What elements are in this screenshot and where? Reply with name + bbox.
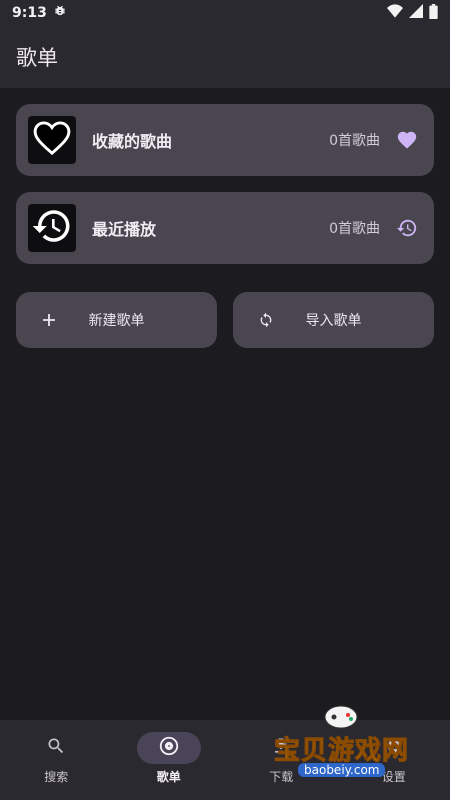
- favorites-title: 收藏的歌曲: [92, 132, 173, 151]
- signal-icon: [409, 4, 423, 22]
- battery-icon: [429, 3, 438, 23]
- nav-item-search[interactable]: 搜索: [0, 720, 113, 800]
- favorites-count: 0首歌曲: [329, 133, 380, 149]
- recent-card[interactable]: 最近播放 0首歌曲: [16, 192, 434, 264]
- nav-indicator: [249, 732, 313, 764]
- nav-indicator: [362, 732, 426, 764]
- bottom-nav: 搜索 歌单 下载 设置: [0, 720, 450, 800]
- album-icon: [158, 735, 180, 761]
- recent-title: 最近播放: [92, 220, 157, 239]
- status-right: [387, 3, 438, 23]
- new-playlist-button[interactable]: 新建歌单: [16, 292, 217, 348]
- search-icon: [46, 736, 66, 760]
- new-playlist-label: 新建歌单: [88, 313, 145, 329]
- nav-indicator: [24, 732, 88, 764]
- nav-label: 搜索: [44, 770, 69, 784]
- heart-icon[interactable]: [394, 127, 420, 153]
- nav-label: 歌单: [156, 770, 181, 784]
- recent-count: 0首歌曲: [329, 221, 380, 237]
- playlist-content: 收藏的歌曲 0首歌曲 最近播放 0首歌曲 新建歌单 导入歌单: [0, 88, 450, 720]
- app-bar: 歌单: [0, 26, 450, 88]
- heart-icon: [30, 116, 74, 164]
- nav-label: 设置: [381, 770, 406, 784]
- debug-bug-icon: [53, 4, 67, 22]
- recent-thumb: [28, 204, 76, 252]
- status-left: 9:13: [12, 4, 67, 22]
- nav-indicator: [136, 732, 201, 764]
- download-icon: [271, 736, 291, 760]
- nav-item-playlists[interactable]: 歌单: [113, 720, 226, 800]
- favorites-card[interactable]: 收藏的歌曲 0首歌曲: [16, 104, 434, 176]
- history-icon: [31, 205, 73, 251]
- page-title: 歌单: [16, 46, 58, 70]
- history-icon[interactable]: [394, 215, 420, 241]
- nav-item-settings[interactable]: 设置: [338, 720, 450, 800]
- favorites-thumb: [28, 116, 76, 164]
- import-playlist-button[interactable]: 导入歌单: [233, 292, 434, 348]
- settings-icon: [384, 736, 404, 760]
- wifi-icon: [387, 4, 403, 22]
- status-bar: 9:13: [0, 0, 450, 26]
- nav-label: 下载: [269, 770, 294, 784]
- nav-item-download[interactable]: 下载: [225, 720, 338, 800]
- status-time: 9:13: [12, 5, 47, 21]
- import-playlist-label: 导入歌单: [305, 313, 362, 329]
